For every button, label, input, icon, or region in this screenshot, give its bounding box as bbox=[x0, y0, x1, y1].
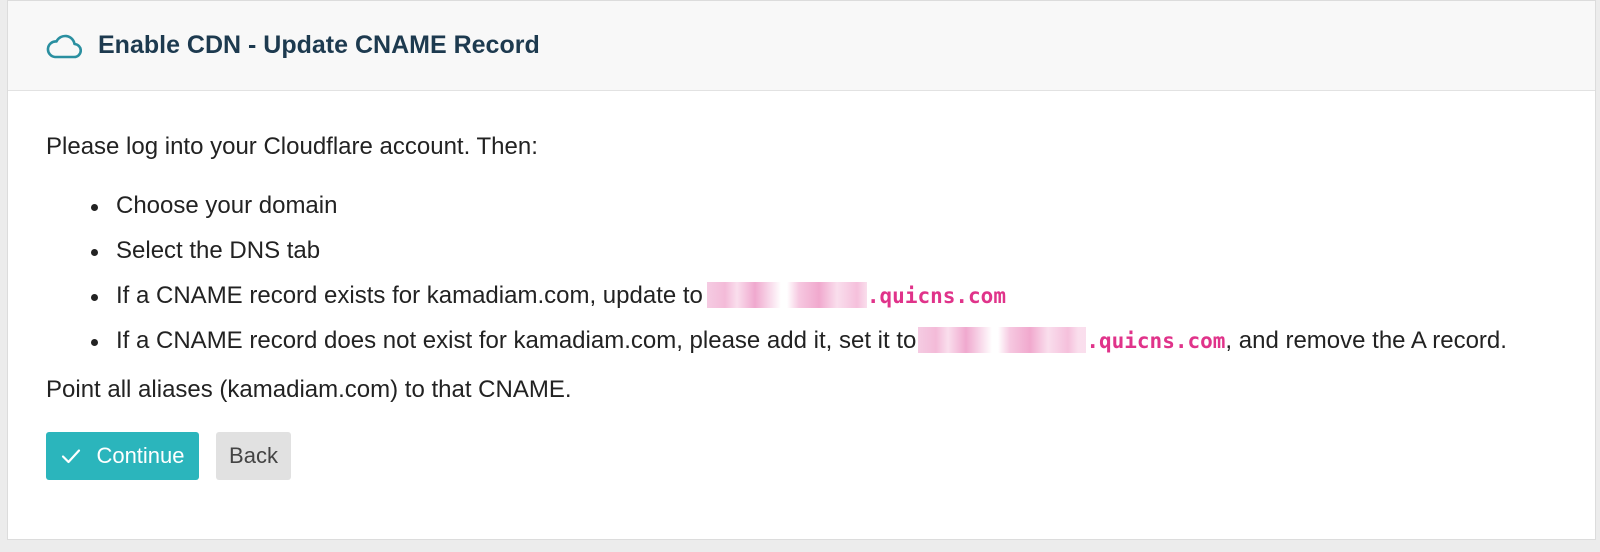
continue-label: Continue bbox=[96, 443, 185, 468]
cname-target: .quicns.com bbox=[866, 284, 1006, 308]
step-text: Choose your domain bbox=[116, 192, 338, 219]
cname-target: .quicns.com bbox=[1086, 329, 1226, 353]
cloud-icon bbox=[46, 32, 83, 60]
cdn-panel: Enable CDN - Update CNAME Record Please … bbox=[7, 0, 1596, 540]
list-item: If a CNAME record does not exist for kam… bbox=[91, 326, 1557, 356]
outro-text: Point all aliases (kamadiam.com) to that… bbox=[46, 376, 572, 403]
action-bar: Continue Back bbox=[46, 432, 1557, 480]
list-item: Select the DNS tab bbox=[91, 236, 1557, 266]
steps-list: Choose your domain Select the DNS tab If… bbox=[46, 191, 1557, 356]
step-text: If a CNAME record does not exist for kam… bbox=[116, 327, 917, 354]
page-title: Enable CDN - Update CNAME Record bbox=[98, 31, 540, 59]
panel-body: Please log into your Cloudflare account.… bbox=[8, 91, 1595, 480]
check-icon bbox=[60, 445, 82, 467]
continue-button[interactable]: Continue bbox=[46, 432, 199, 480]
redacted-hostname bbox=[706, 282, 867, 308]
back-label: Back bbox=[229, 443, 278, 468]
intro-text: Please log into your Cloudflare account.… bbox=[46, 133, 538, 160]
step-text-after: , and remove the A record. bbox=[1225, 327, 1507, 354]
step-text: Select the DNS tab bbox=[116, 237, 321, 264]
back-button[interactable]: Back bbox=[216, 432, 291, 480]
redacted-hostname bbox=[918, 327, 1087, 353]
step-text: If a CNAME record exists for kamadiam.co… bbox=[116, 282, 703, 309]
panel-header: Enable CDN - Update CNAME Record bbox=[8, 1, 1595, 91]
page: Enable CDN - Update CNAME Record Please … bbox=[0, 0, 1600, 552]
list-item: Choose your domain bbox=[91, 191, 1557, 221]
list-item: If a CNAME record exists for kamadiam.co… bbox=[91, 281, 1557, 311]
